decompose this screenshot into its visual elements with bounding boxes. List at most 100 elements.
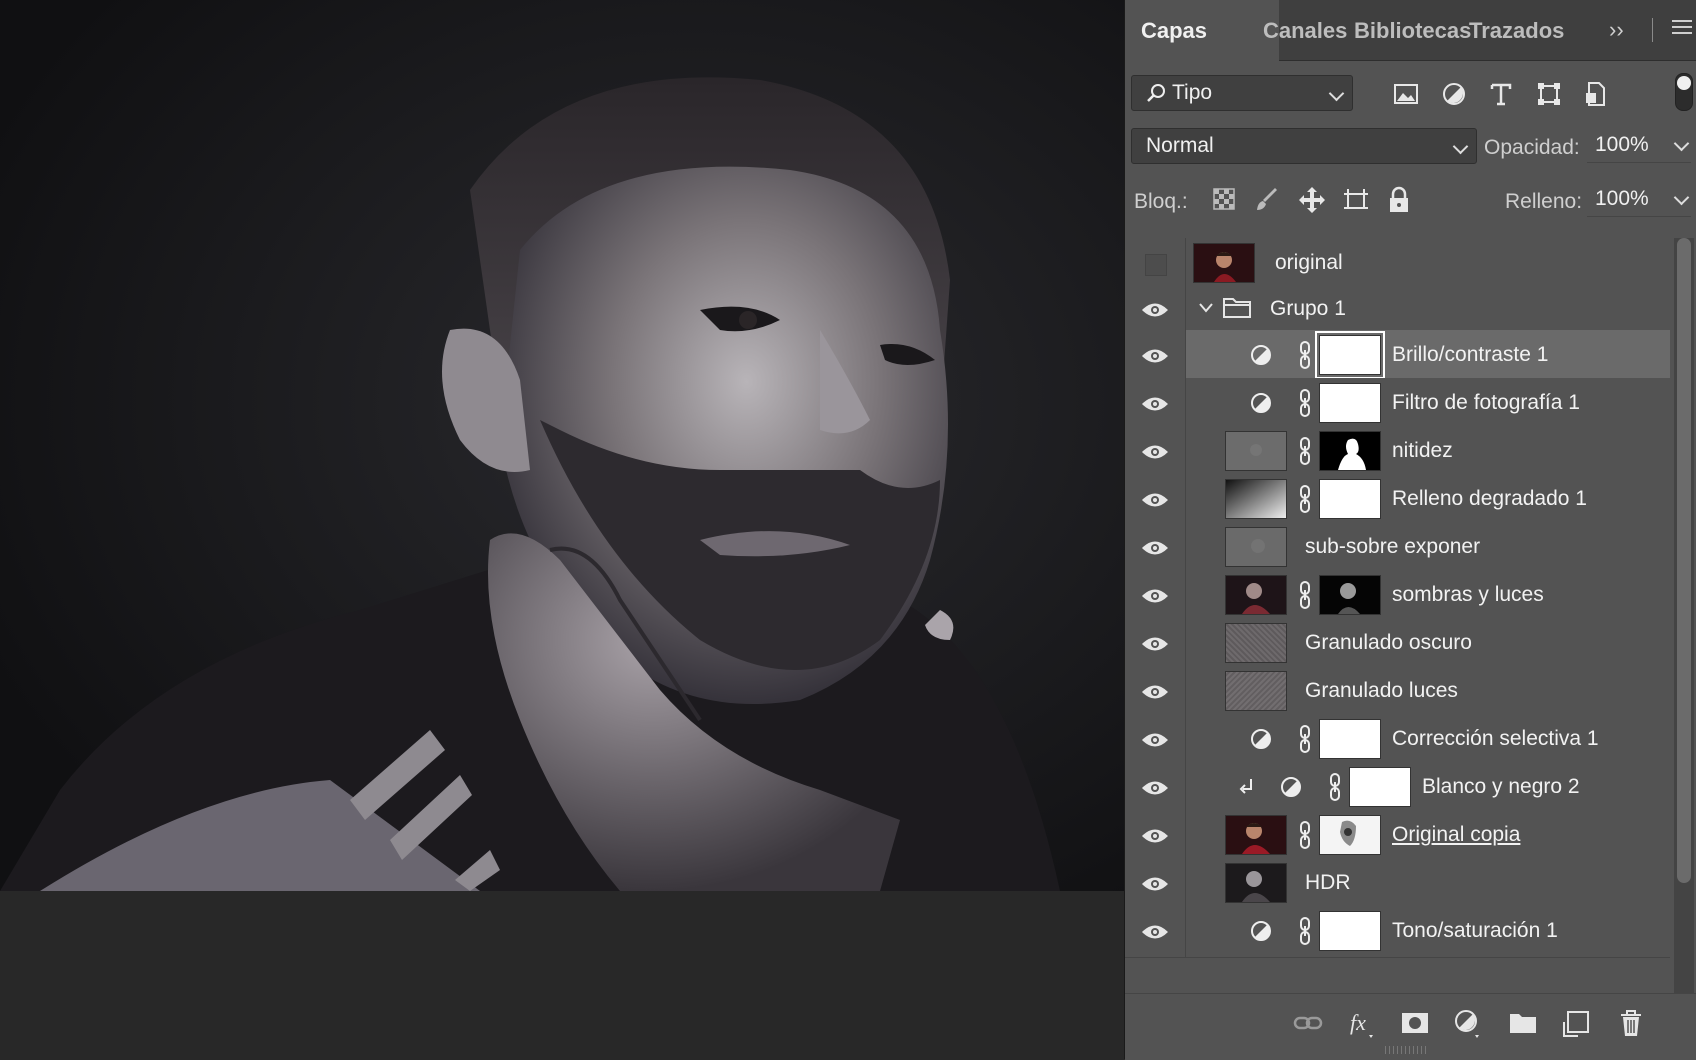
visibility-toggle[interactable]: [1125, 474, 1186, 525]
layer-row-grupo-1[interactable]: Grupo 1: [1125, 284, 1670, 336]
blend-mode-dropdown[interactable]: Normal: [1131, 128, 1477, 164]
layer-row-nitidez[interactable]: nitidez: [1125, 426, 1670, 478]
lock-position-icon[interactable]: [1298, 186, 1326, 214]
layer-row-correccion-selectiva-1[interactable]: Corrección selectiva 1: [1125, 714, 1670, 766]
link-chain-icon[interactable]: [1328, 772, 1342, 802]
chevron-down-icon[interactable]: [1673, 135, 1690, 152]
eye-icon: [1142, 541, 1168, 555]
fill-field[interactable]: 100%: [1587, 182, 1691, 217]
layer-mask-thumbnail[interactable]: [1319, 431, 1381, 471]
visibility-toggle[interactable]: [1125, 238, 1186, 289]
lock-image-pixels-icon[interactable]: [1255, 188, 1279, 212]
layer-row-blanco-y-negro-2[interactable]: Blanco y negro 2: [1125, 762, 1670, 814]
tab-trazados[interactable]: Trazados: [1453, 0, 1595, 60]
search-icon: [1147, 84, 1165, 102]
chevron-down-icon[interactable]: [1198, 302, 1214, 314]
resize-grip[interactable]: [1385, 1046, 1427, 1054]
fill-label: Relleno:: [1505, 190, 1583, 213]
layer-thumbnail: [1225, 431, 1287, 471]
layer-row-sombras-y-luces[interactable]: sombras y luces: [1125, 570, 1670, 622]
visibility-toggle[interactable]: [1125, 378, 1186, 429]
opacity-value: 100%: [1595, 133, 1649, 156]
visibility-toggle[interactable]: [1125, 330, 1186, 381]
lock-all-icon[interactable]: [1387, 186, 1411, 214]
chevron-down-icon[interactable]: [1673, 189, 1690, 206]
visibility-toggle[interactable]: [1125, 284, 1186, 335]
layer-row-tono-saturacion-1[interactable]: Tono/saturación 1: [1125, 906, 1670, 958]
document-canvas[interactable]: [0, 0, 1124, 891]
lock-artboard-icon[interactable]: [1342, 186, 1370, 214]
layer-row-original[interactable]: original: [1125, 238, 1670, 290]
layer-row-filtro-fotografia-1[interactable]: Filtro de fotografía 1: [1125, 378, 1670, 430]
blend-mode-label: Normal: [1146, 134, 1214, 157]
filter-toggle-switch[interactable]: [1675, 73, 1693, 111]
layer-mask-thumbnail[interactable]: [1315, 331, 1385, 379]
visibility-toggle[interactable]: [1125, 714, 1186, 765]
new-layer-icon[interactable]: [1562, 1008, 1592, 1038]
eye-icon: [1142, 397, 1168, 411]
layer-row-relleno-degradado-1[interactable]: Relleno degradado 1: [1125, 474, 1670, 526]
image-filter-icon[interactable]: [1392, 80, 1420, 108]
link-chain-icon[interactable]: [1298, 916, 1312, 946]
link-chain-icon[interactable]: [1298, 820, 1312, 850]
layer-row-granulado-oscuro[interactable]: Granulado oscuro: [1125, 618, 1670, 670]
layer-row-original-copia[interactable]: Original copia: [1125, 810, 1670, 862]
visibility-toggle[interactable]: [1125, 426, 1186, 477]
layer-name: Brillo/contraste 1: [1392, 343, 1549, 366]
adjustment-layer-icon: [1281, 777, 1301, 797]
visibility-toggle[interactable]: [1125, 810, 1186, 861]
layer-mask-thumbnail[interactable]: [1319, 575, 1381, 615]
visibility-toggle[interactable]: [1125, 570, 1186, 621]
link-layers-icon[interactable]: [1293, 1008, 1323, 1038]
layers-list: original Grupo 1 Brillo/contraste 1 Filt…: [1125, 238, 1670, 993]
delete-layer-icon[interactable]: [1616, 1008, 1646, 1038]
layer-row-granulado-luces[interactable]: Granulado luces: [1125, 666, 1670, 718]
chevron-down-icon: [1328, 85, 1345, 102]
opacity-field[interactable]: 100%: [1587, 128, 1691, 163]
layer-mask-thumbnail[interactable]: [1319, 911, 1381, 951]
visibility-toggle[interactable]: [1125, 522, 1186, 573]
kind-filter-label: Tipo: [1172, 81, 1213, 104]
fill-value: 100%: [1595, 187, 1649, 210]
svg-text:fx: fx: [1350, 1010, 1366, 1035]
link-chain-icon[interactable]: [1298, 388, 1312, 418]
layer-row-hdr[interactable]: HDR: [1125, 858, 1670, 910]
eye-icon: [1142, 445, 1168, 459]
hamburger-menu-icon[interactable]: [1672, 20, 1692, 38]
layer-thumbnail: [1225, 863, 1287, 903]
layer-row-sub-sobre-exponer[interactable]: sub-sobre exponer: [1125, 522, 1670, 574]
link-chain-icon[interactable]: [1298, 724, 1312, 754]
lock-label: Bloq.:: [1134, 190, 1188, 213]
new-group-icon[interactable]: [1508, 1008, 1538, 1038]
layer-mask-thumbnail[interactable]: [1319, 383, 1381, 423]
link-chain-icon[interactable]: [1298, 484, 1312, 514]
smart-object-filter-icon[interactable]: [1582, 80, 1610, 108]
visibility-toggle[interactable]: [1125, 858, 1186, 909]
layer-mask-thumbnail[interactable]: [1349, 767, 1411, 807]
lock-transparent-pixels-icon[interactable]: [1213, 188, 1235, 210]
layer-kind-filter[interactable]: Tipo: [1131, 75, 1353, 111]
layer-row-brillo-contraste-1[interactable]: Brillo/contraste 1: [1125, 330, 1670, 382]
visibility-toggle[interactable]: [1125, 666, 1186, 717]
type-filter-icon[interactable]: [1487, 80, 1515, 108]
adjustment-filter-icon[interactable]: [1440, 80, 1468, 108]
scrollbar-thumb[interactable]: [1677, 238, 1691, 883]
new-adjustment-icon[interactable]: [1453, 1008, 1483, 1038]
link-chain-icon[interactable]: [1298, 436, 1312, 466]
layer-mask-thumbnail[interactable]: [1319, 815, 1381, 855]
shape-filter-icon[interactable]: [1535, 80, 1563, 108]
add-mask-icon[interactable]: [1400, 1008, 1430, 1038]
layers-scrollbar[interactable]: [1674, 238, 1694, 993]
visibility-toggle[interactable]: [1125, 762, 1186, 813]
visibility-toggle[interactable]: [1125, 906, 1186, 957]
layer-name: sub-sobre exponer: [1305, 535, 1481, 558]
layer-mask-thumbnail[interactable]: [1319, 479, 1381, 519]
double-chevron-right-icon[interactable]: ››: [1609, 17, 1624, 43]
layer-mask-thumbnail[interactable]: [1319, 719, 1381, 759]
fx-icon[interactable]: fx: [1347, 1008, 1377, 1038]
layer-name: nitidez: [1392, 439, 1453, 462]
link-chain-icon[interactable]: [1298, 580, 1312, 610]
visibility-toggle[interactable]: [1125, 618, 1186, 669]
link-chain-icon[interactable]: [1298, 340, 1312, 370]
layer-name: Granulado oscuro: [1305, 631, 1472, 654]
